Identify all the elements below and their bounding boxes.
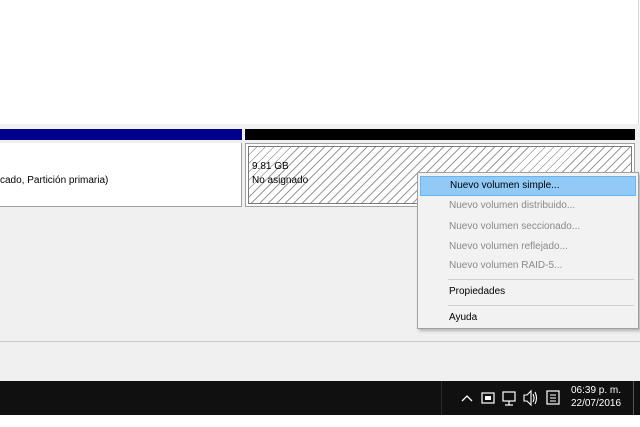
menu-item-new-mirrored-volume: Nuevo volumen reflejado... xyxy=(449,241,568,252)
taskbar: 06:39 p. m. 22/07/2016 xyxy=(0,381,640,415)
primary-partition-label: cado, Partición primaria) xyxy=(0,175,109,186)
menu-item-new-simple-volume[interactable]: Nuevo volumen simple... xyxy=(420,176,636,196)
menu-item-new-raid5-volume: Nuevo volumen RAID-5... xyxy=(449,260,563,271)
clock-date: 22/07/2016 xyxy=(570,398,622,409)
menu-item-properties[interactable]: Propiedades xyxy=(420,282,636,302)
volume-list-pane[interactable] xyxy=(0,0,639,125)
unallocated-label: No asignado xyxy=(252,175,309,186)
clock-time: 06:39 p. m. xyxy=(570,385,622,396)
primary-partition-bar xyxy=(0,129,242,140)
menu-item-new-striped-volume: Nuevo volumen seccionado... xyxy=(449,221,581,232)
show-desktop-button[interactable] xyxy=(633,381,634,415)
notifications-icon[interactable] xyxy=(544,381,562,415)
menu-item-help[interactable]: Ayuda xyxy=(420,308,636,328)
unallocated-size: 9.81 GB xyxy=(252,161,289,172)
taskbar-clock[interactable]: 06:39 p. m. 22/07/2016 xyxy=(568,384,624,410)
chevron-up-icon[interactable] xyxy=(458,381,476,415)
unallocated-bar xyxy=(245,129,635,140)
status-bar xyxy=(0,342,640,362)
keyboard-icon[interactable] xyxy=(479,381,497,415)
volume-icon[interactable] xyxy=(521,381,539,415)
menu-item-new-spanned-volume: Nuevo volumen distribuido... xyxy=(449,200,576,211)
menu-separator xyxy=(448,279,634,280)
menu-separator xyxy=(448,305,634,306)
network-icon[interactable] xyxy=(500,381,518,415)
primary-partition-block[interactable]: cado, Partición primaria) xyxy=(0,143,242,207)
taskbar-separator xyxy=(441,381,442,415)
context-menu: Nuevo volumen simple... Nuevo volumen di… xyxy=(417,172,639,329)
